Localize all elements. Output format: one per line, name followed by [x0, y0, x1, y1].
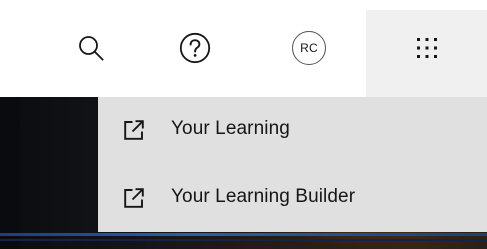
- header-spacer: [366, 0, 487, 10]
- launch-icon: [124, 120, 144, 140]
- avatar: RC: [292, 30, 326, 65]
- background-stripe-dark: [0, 239, 487, 241]
- help-icon: [179, 32, 211, 64]
- launch-icon: [124, 188, 144, 208]
- menu-item-label: Your Learning Builder: [171, 186, 356, 207]
- app-switcher-menu: Your Learning Your Learning Builder: [98, 97, 487, 232]
- app-switcher-icon: [416, 37, 438, 59]
- header-bar: RC: [0, 0, 487, 97]
- help-button[interactable]: [171, 10, 219, 97]
- user-profile-button[interactable]: RC: [285, 10, 333, 97]
- background-edge: [0, 97, 20, 249]
- app-switcher-button[interactable]: [366, 10, 487, 97]
- search-button[interactable]: [67, 10, 115, 97]
- menu-item-label: Your Learning: [171, 118, 290, 139]
- avatar-initials: RC: [300, 40, 318, 55]
- menu-item-your-learning[interactable]: Your Learning: [98, 97, 487, 165]
- menu-item-your-learning-builder[interactable]: Your Learning Builder: [98, 165, 487, 233]
- search-icon: [78, 35, 104, 61]
- background-stripe: [0, 233, 487, 236]
